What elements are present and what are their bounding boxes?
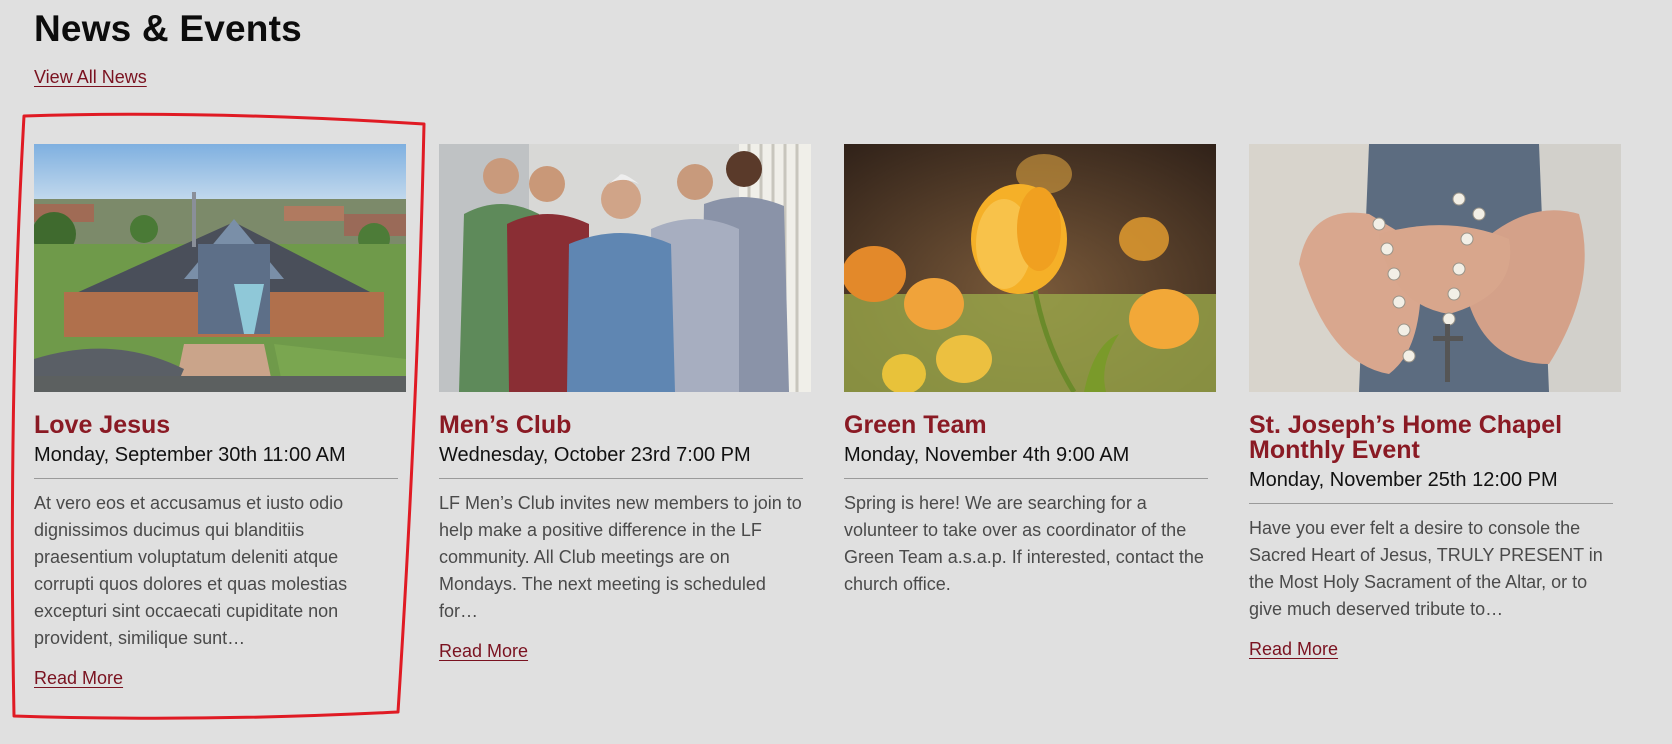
group-of-men-photo[interactable] [439,144,811,392]
view-all-news-link[interactable]: View All News [34,67,147,88]
news-card: Green Team Monday, November 4th 9:00 AM … [844,144,1216,598]
hands-with-rosary-photo[interactable] [1249,144,1621,392]
card-date: Monday, November 25th 12:00 PM [1249,468,1613,504]
section-title: News & Events [34,8,302,49]
news-card: Love Jesus Monday, September 30th 11:00 … [34,144,406,689]
news-events-section: News & Events View All News Love Jesus M… [0,0,1672,744]
card-date: Monday, September 30th 11:00 AM [34,443,398,479]
card-title[interactable]: Love Jesus [34,413,406,438]
read-more-link[interactable]: Read More [34,668,123,689]
card-date: Monday, November 4th 9:00 AM [844,443,1208,479]
read-more-link[interactable]: Read More [1249,639,1338,660]
yellow-tulips-photo[interactable] [844,144,1216,392]
church-aerial-photo[interactable] [34,144,406,392]
card-description: LF Men’s Club invites new members to joi… [439,493,802,621]
card-title[interactable]: Men’s Club [439,413,811,438]
news-card: Men’s Club Wednesday, October 23rd 7:00 … [439,144,811,662]
card-title[interactable]: Green Team [844,413,1216,438]
card-date: Wednesday, October 23rd 7:00 PM [439,443,803,479]
card-title[interactable]: St. Joseph’s Home Chapel Monthly Event [1249,413,1621,463]
news-card: St. Joseph’s Home Chapel Monthly Event M… [1249,144,1621,660]
card-description: At vero eos et accusamus et iusto odio d… [34,493,348,648]
card-description: Have you ever felt a desire to console t… [1249,518,1603,619]
read-more-link[interactable]: Read More [439,641,528,662]
card-description: Spring is here! We are searching for a v… [844,493,1204,594]
